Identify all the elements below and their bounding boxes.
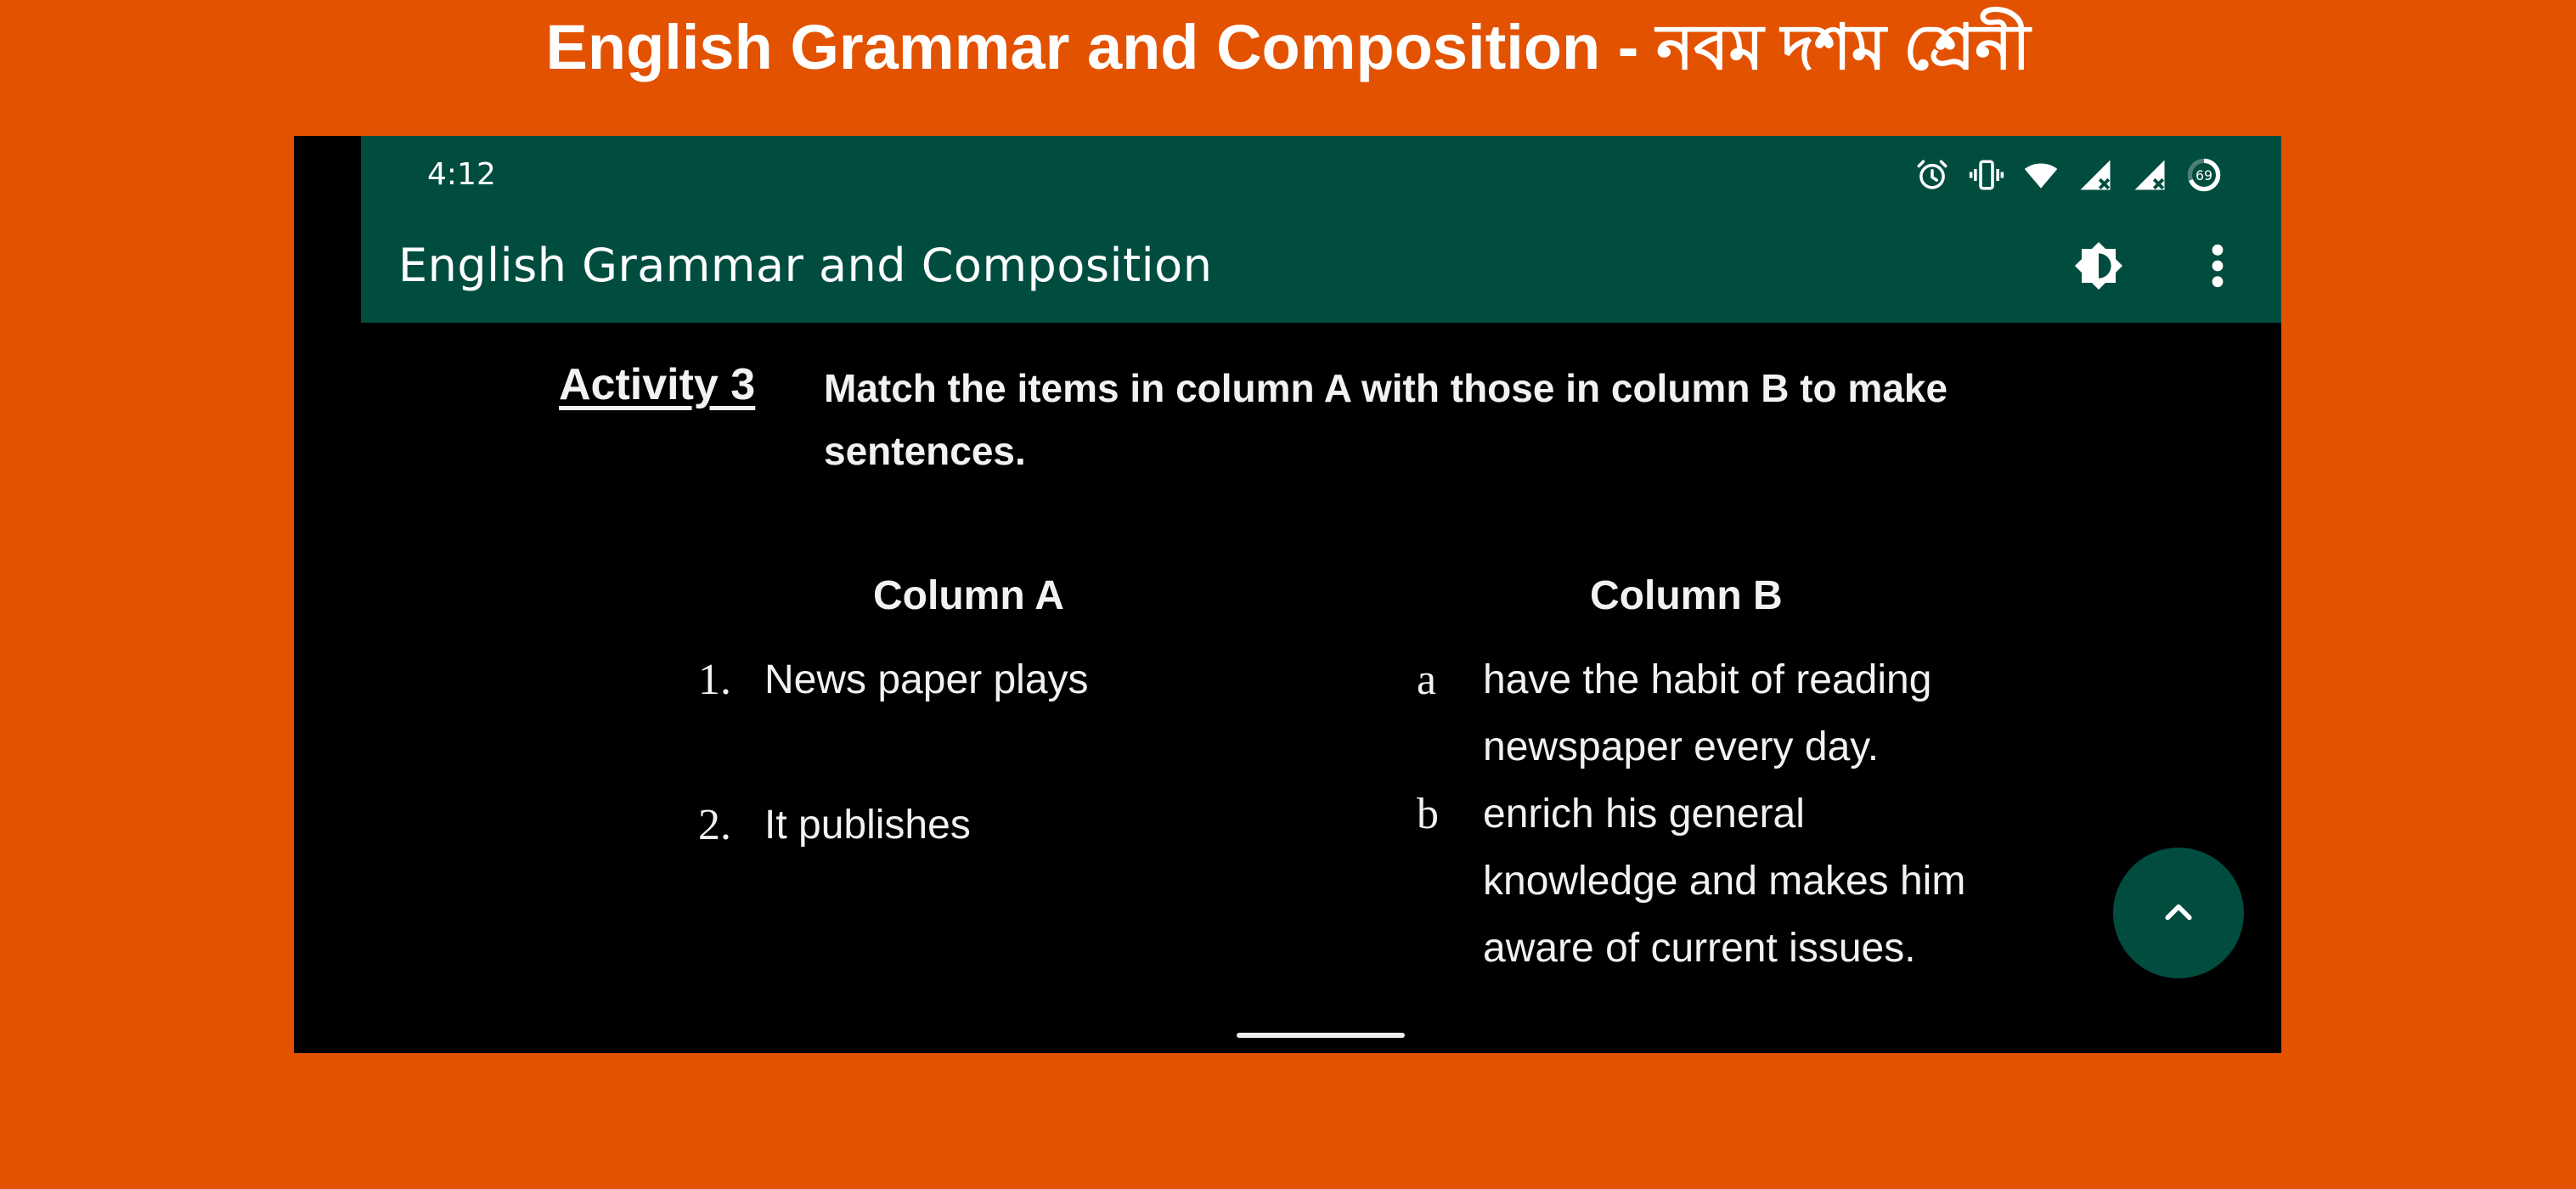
item-marker: b: [1417, 790, 1439, 838]
battery-ring-icon: 69: [2187, 158, 2221, 192]
item-marker: 1.: [698, 656, 731, 704]
activity-instruction: Match the items in column A with those i…: [824, 366, 1948, 473]
item-text: News paper plays: [764, 657, 1089, 702]
item-text-line: have the habit of reading: [1483, 657, 1932, 702]
vibrate-icon: [1969, 160, 2004, 190]
theme-toggle-button[interactable]: [2069, 236, 2128, 296]
app-bar: 4:12 69 English Grammar and Composition: [361, 136, 2281, 323]
banner-title: English Grammar and Composition - নবম দশ…: [545, 12, 2031, 82]
app-title: English Grammar and Composition: [398, 239, 1213, 292]
scroll-to-top-button[interactable]: [2113, 848, 2244, 978]
more-options-button[interactable]: [2188, 236, 2247, 296]
alarm-icon: [1917, 160, 1948, 189]
item-text-line: newspaper every day.: [1483, 724, 1880, 769]
column-a-heading: Column A: [873, 573, 1064, 618]
battery-level: 69: [2196, 167, 2212, 183]
gesture-nav-handle[interactable]: [1237, 1033, 1405, 1038]
wifi-icon: [2024, 163, 2058, 189]
app-bar-actions: [2069, 229, 2247, 302]
column-b-heading: Column B: [1590, 573, 1783, 618]
activity-label: Activity 3: [559, 360, 756, 409]
signal-no-service-icon: [2134, 160, 2165, 190]
item-marker: a: [1417, 656, 1437, 704]
brightness-theme-icon: [2075, 242, 2122, 290]
status-icons: 69: [1914, 148, 2222, 202]
chevron-up-icon: [2165, 904, 2192, 921]
phone-screen: 4:12 69 English Grammar and Composition: [294, 136, 2281, 1053]
item-marker: 2.: [698, 801, 731, 849]
signal-no-service-icon: [2080, 160, 2111, 190]
page-content: Activity 3 Match the items in column A w…: [294, 323, 2281, 1053]
item-text-line: enrich his general: [1483, 792, 1805, 837]
more-vert-icon: [2212, 244, 2224, 288]
item-text-line: knowledge and makes him: [1483, 859, 1966, 904]
item-text-line: aware of current issues.: [1483, 926, 1916, 971]
item-text: It publishes: [764, 803, 971, 848]
status-time: 4:12: [427, 157, 496, 192]
